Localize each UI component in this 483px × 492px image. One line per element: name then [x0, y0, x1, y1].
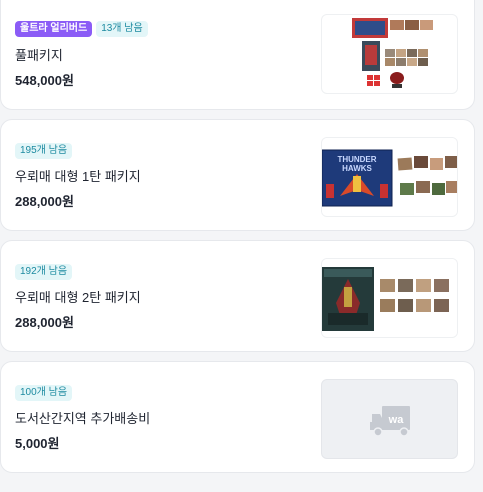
delivery-truck-icon: wa	[370, 406, 410, 437]
reward-title: 도서산간지역 추가배송비	[15, 411, 151, 426]
thunder-text: THUNDER	[337, 155, 376, 164]
hawks-text: HAWKS	[342, 164, 372, 173]
reward-title: 풀패키지	[15, 48, 63, 63]
reward-card-remote-shipping[interactable]: 100개 남음 도서산간지역 추가배송비 5,000원 wa	[0, 361, 475, 473]
reward-card-large-package-1[interactable]: 195개 남음 우뢰매 대형 1탄 패키지 288,000원 THUNDER H…	[0, 119, 475, 231]
badge-group: 195개 남음	[15, 143, 73, 159]
ultra-early-bird-badge: 울트라 얼리버드	[15, 21, 93, 37]
stock-remaining-badge: 13개 남음	[96, 21, 148, 37]
robot-box-photos-image	[321, 258, 458, 338]
product-collage-image	[321, 14, 458, 94]
stock-remaining-badge: 192개 남음	[15, 264, 73, 280]
reward-price: 288,000원	[15, 315, 74, 330]
reward-title: 우뢰매 대형 1탄 패키지	[15, 169, 141, 184]
wadiz-logo-text: wa	[388, 414, 405, 426]
stock-remaining-badge: 195개 남음	[15, 143, 73, 159]
reward-price: 5,000원	[15, 436, 60, 451]
badge-group: 울트라 얼리버드 13개 남음	[15, 21, 148, 37]
thunder-hawks-box-image: THUNDER HAWKS	[321, 137, 458, 217]
badge-group: 192개 남음	[15, 264, 73, 280]
badge-group: 100개 남음	[15, 385, 73, 401]
reward-title: 우뢰매 대형 2탄 패키지	[15, 290, 141, 305]
reward-card-full-package[interactable]: 울트라 얼리버드 13개 남음 풀패키지 548,000원	[0, 0, 475, 110]
reward-price: 288,000원	[15, 194, 74, 209]
reward-price: 548,000원	[15, 73, 74, 88]
thumbnail-placeholder: wa	[321, 379, 458, 459]
reward-card-large-package-2[interactable]: 192개 남음 우뢰매 대형 2탄 패키지 288,000원	[0, 240, 475, 352]
stock-remaining-badge: 100개 남음	[15, 385, 73, 401]
